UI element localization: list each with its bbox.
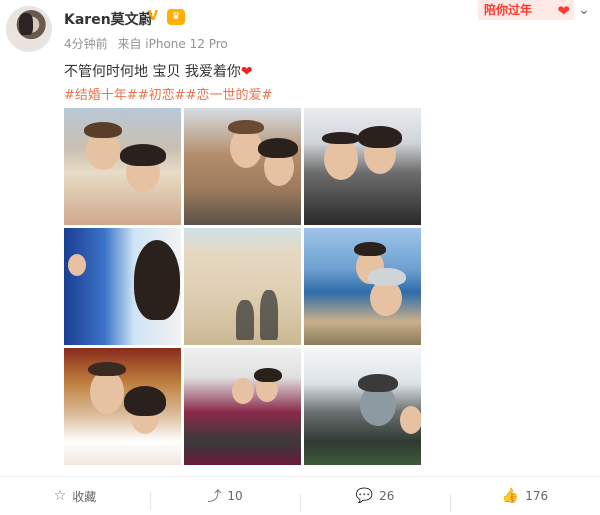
post-meta: 4分钟前 来自 iPhone 12 Pro bbox=[64, 35, 228, 52]
post-actions-bar: ☆ 收藏 ⤴ 10 💬 26 👍 176 bbox=[0, 476, 600, 515]
comment-button[interactable]: 💬 26 bbox=[300, 488, 450, 512]
post-hashtags[interactable]: #结婚十年##初恋##恋一世的爱# bbox=[64, 84, 272, 103]
photo-5[interactable] bbox=[184, 228, 301, 345]
photo-9[interactable] bbox=[304, 348, 421, 465]
favorite-button[interactable]: ☆ 收藏 bbox=[0, 488, 150, 505]
user-name[interactable]: Karen莫文蔚 bbox=[64, 9, 153, 29]
photo-3[interactable] bbox=[304, 108, 421, 225]
photo-8[interactable] bbox=[184, 348, 301, 465]
photo-6[interactable] bbox=[304, 228, 421, 345]
photo-7[interactable] bbox=[64, 348, 181, 465]
favorite-label: 收藏 bbox=[72, 489, 97, 504]
photo-grid bbox=[64, 108, 421, 465]
star-icon: ☆ bbox=[53, 488, 67, 504]
verified-icon: V bbox=[148, 9, 159, 24]
comment-count: 26 bbox=[379, 489, 395, 503]
heart-emoji-icon: ❤ bbox=[240, 64, 253, 80]
comment-icon: 💬 bbox=[355, 488, 374, 504]
like-button[interactable]: 👍 176 bbox=[450, 488, 600, 512]
weibo-post: Karen莫文蔚 V ♛ 4分钟前 来自 iPhone 12 Pro 陪你过年 … bbox=[0, 0, 600, 515]
photo-1[interactable] bbox=[64, 108, 181, 225]
post-text-body: 不管何时何地 宝贝 我爱着你 bbox=[64, 64, 241, 80]
thumbs-up-icon: 👍 bbox=[501, 488, 520, 504]
photo-2[interactable] bbox=[184, 108, 301, 225]
chevron-down-icon[interactable]: ⌄ bbox=[575, 3, 593, 17]
post-source: 来自 iPhone 12 Pro bbox=[117, 37, 228, 51]
vip-icon: ♛ bbox=[167, 9, 185, 25]
heart-icon: ❤ bbox=[557, 2, 570, 20]
repost-icon: ⤴ bbox=[207, 489, 222, 505]
like-count: 176 bbox=[525, 489, 549, 503]
promo-badge[interactable]: 陪你过年 ❤ bbox=[478, 0, 574, 20]
photo-4[interactable] bbox=[64, 228, 181, 345]
repost-count: 10 bbox=[227, 489, 243, 503]
promo-text: 陪你过年 bbox=[484, 3, 533, 17]
avatar[interactable] bbox=[6, 6, 52, 52]
post-text: 不管何时何地 宝贝 我爱着你❤ bbox=[64, 61, 253, 81]
repost-button[interactable]: ⤴ 10 bbox=[150, 486, 300, 510]
post-time: 4分钟前 bbox=[64, 37, 108, 51]
